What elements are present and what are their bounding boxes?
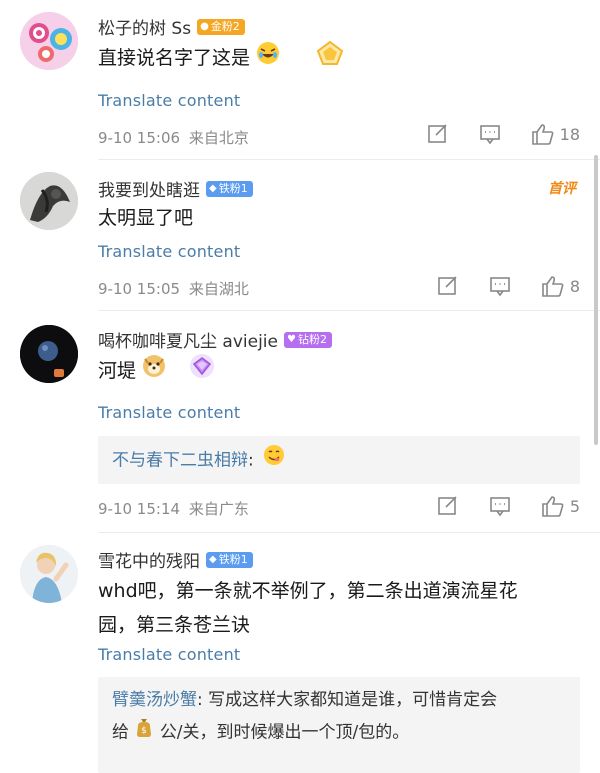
comment-text: 直接说名字了这是 — [98, 40, 578, 77]
like-count: 8 — [569, 276, 580, 296]
divider — [98, 159, 600, 160]
share-button[interactable] — [427, 123, 449, 145]
username-text[interactable]: 松子的树 Ss — [98, 14, 191, 39]
comment-bubble-icon — [479, 125, 500, 145]
sub-reply-box[interactable]: 不与春下二虫相辩: — [98, 436, 580, 484]
username[interactable]: 松子的树 Ss ● 金粉2 — [98, 14, 245, 39]
like-button[interactable]: 18 — [531, 123, 580, 145]
fan-badge-icon: ● — [200, 20, 209, 32]
translate-link[interactable]: Translate content — [98, 91, 240, 110]
share-edit-icon — [427, 124, 447, 143]
like-button[interactable]: 5 — [541, 495, 580, 517]
fan-badge-label: 铁粉1 — [218, 181, 248, 195]
like-button[interactable]: 8 — [541, 275, 580, 297]
comment-actions: 18 — [397, 123, 580, 145]
translate-link[interactable]: Translate content — [98, 242, 240, 261]
avatar[interactable] — [20, 172, 78, 230]
comment-meta: 9-10 15:05 来自湖北 — [98, 278, 249, 299]
thumbs-up-icon — [542, 496, 564, 517]
comment-text-line: 园，第三条苍兰诀 — [98, 614, 251, 636]
avatar[interactable] — [20, 545, 78, 603]
fan-badge-icon: ♥ — [286, 333, 296, 345]
comment-location: 来自北京 — [188, 129, 249, 147]
comment-time: 9-10 15:14 — [98, 500, 181, 518]
sub-reply-username[interactable]: 臂羹汤炒蟹 — [112, 690, 197, 710]
fan-badge-label: 铁粉1 — [218, 552, 248, 566]
comment-meta: 9-10 15:14 来自广东 — [98, 498, 249, 519]
svg-text:$: $ — [142, 726, 148, 736]
comment-time: 9-10 15:05 — [98, 280, 181, 298]
sub-reply: 不与春下二虫相辩: — [98, 436, 580, 485]
sub-reply-text: 公/关，到时候爆出一个顶/包的。 — [159, 722, 410, 743]
fan-badge-label: 钻粉2 — [297, 332, 327, 346]
fan-badge: ● 金粉2 — [197, 18, 245, 35]
sub-reply-username[interactable]: 不与春下二虫相辩 — [112, 451, 248, 471]
sub-reply-box[interactable]: 臂羹汤炒蟹: 写成这样大家都知道是谁，可惜肯定会 给 $ 公/关，到时候爆出一个… — [98, 677, 580, 773]
comment-text-line: whd吧，第一条就不举例了，第二条出道演流星花 — [98, 580, 518, 602]
share-edit-icon — [438, 276, 457, 295]
comment-text-content: 河堤 — [98, 360, 137, 382]
sub-reply-line: 臂羹汤炒蟹: 写成这样大家都知道是谁，可惜肯定会 — [112, 685, 566, 716]
username[interactable]: 我要到处瞎逛 ◆ 铁粉1 — [98, 176, 253, 201]
divider — [98, 532, 600, 533]
laugh-cry-emoji-icon — [256, 41, 280, 76]
username[interactable]: 喝杯咖啡夏凡尘 aviejie ♥ 钻粉2 — [98, 327, 332, 352]
comment-text: whd吧，第一条就不举例了，第二条出道演流星花 园，第三条苍兰诀 — [98, 574, 578, 642]
comment-bubble-icon — [490, 497, 510, 517]
fan-badge-label: 金粉2 — [210, 19, 240, 33]
comment-location: 来自湖北 — [188, 280, 249, 298]
scrollbar[interactable] — [594, 155, 598, 445]
comment-text: 太明显了吧 — [98, 207, 194, 229]
comment-time: 9-10 15:06 — [98, 129, 181, 147]
comment-bubble-icon — [490, 277, 510, 297]
comment-button[interactable] — [489, 495, 511, 517]
comment-actions: 8 — [407, 275, 580, 297]
username-text[interactable]: 我要到处瞎逛 — [98, 176, 200, 201]
fan-badge: ◆ 铁粉1 — [206, 551, 253, 568]
sub-reply-text: 给 — [112, 722, 129, 743]
share-button[interactable] — [437, 495, 459, 517]
purple-diamond-icon — [188, 353, 216, 390]
like-count: 18 — [559, 124, 580, 144]
like-count: 5 — [569, 496, 580, 516]
divider — [98, 310, 600, 311]
sub-reply-separator: : — [248, 450, 254, 471]
share-button[interactable] — [437, 275, 459, 297]
comment-location: 来自广东 — [188, 500, 249, 518]
yummy-emoji-icon — [263, 444, 285, 477]
comment-button[interactable] — [489, 275, 511, 297]
thumbs-up-icon — [531, 124, 554, 145]
fan-badge-icon: ◆ — [209, 553, 217, 565]
sub-reply: 臂羹汤炒蟹: 写成这样大家都知道是谁，可惜肯定会 给 $ 公/关，到时候爆出一个… — [98, 677, 580, 757]
first-comment-tag: 首评 — [548, 181, 576, 197]
username-text[interactable]: 雪花中的残阳 — [98, 547, 200, 572]
comment-button[interactable] — [479, 123, 501, 145]
translate-link[interactable]: Translate content — [98, 403, 240, 422]
money-bag-icon: $ — [134, 716, 154, 749]
share-edit-icon — [438, 496, 457, 515]
fan-badge: ♥ 钻粉2 — [283, 331, 332, 348]
fan-badge-icon: ◆ — [209, 182, 217, 194]
translate-link[interactable]: Translate content — [98, 645, 240, 664]
avatar[interactable] — [20, 325, 78, 383]
username[interactable]: 雪花中的残阳 ◆ 铁粉1 — [98, 547, 253, 572]
comment-text-content: 直接说名字了这是 — [98, 47, 251, 69]
sub-reply-text: : 写成这样大家都知道是谁，可惜肯定会 — [197, 690, 498, 710]
sub-reply-line: 给 $ 公/关，到时候爆出一个顶/包的。 — [112, 716, 566, 749]
doge-emoji-icon — [142, 354, 166, 389]
gold-pentagon-icon — [316, 40, 344, 77]
thumbs-up-icon — [542, 276, 564, 297]
comment-meta: 9-10 15:06 来自北京 — [98, 127, 249, 148]
avatar[interactable] — [20, 12, 78, 70]
comment-actions: 5 — [407, 495, 580, 517]
username-text[interactable]: 喝杯咖啡夏凡尘 aviejie — [98, 327, 278, 352]
fan-badge: ◆ 铁粉1 — [206, 180, 253, 197]
comment-text: 河堤 — [98, 353, 578, 390]
